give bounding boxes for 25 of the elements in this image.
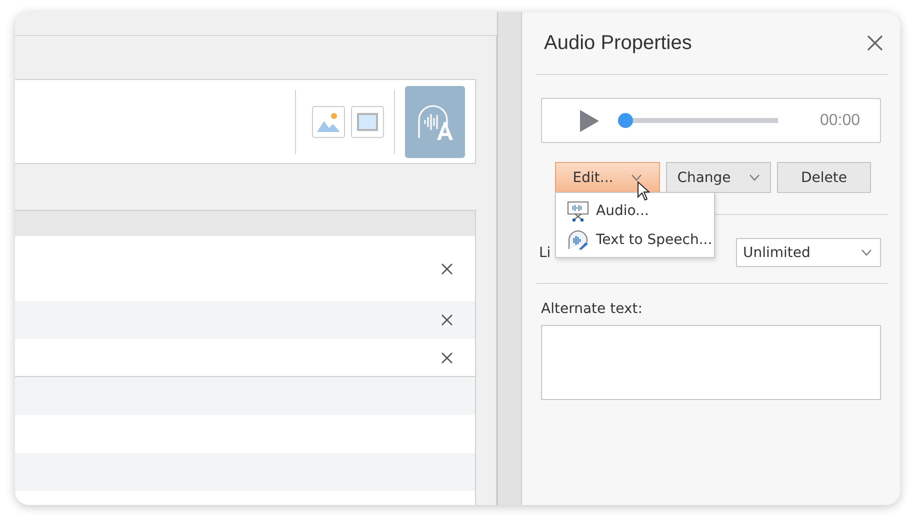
time-label: 00:00	[820, 112, 860, 130]
panel-title: Audio Properties	[544, 32, 692, 54]
menu-item[interactable]: Audio...	[556, 196, 714, 225]
close-icon[interactable]	[441, 262, 453, 274]
limit-label: Li	[539, 244, 551, 260]
speech-icon	[567, 228, 589, 250]
caret-icon	[631, 174, 642, 181]
caret-icon	[748, 174, 760, 181]
button[interactable]: Delete	[777, 162, 871, 193]
alternate-text-field[interactable]	[541, 325, 881, 400]
close-icon[interactable]	[441, 314, 453, 326]
close-icon[interactable]	[441, 352, 453, 364]
split-button[interactable]: Change	[666, 162, 771, 193]
close-button[interactable]	[866, 34, 884, 52]
audio-edit-icon	[567, 200, 589, 222]
seek-thumb[interactable]	[618, 113, 633, 128]
alternate-text-label: Alternate text:	[541, 301, 644, 317]
audio-text-button[interactable]	[405, 86, 465, 158]
image-icon[interactable]	[312, 106, 345, 138]
split-button[interactable]: Edit...	[555, 162, 660, 193]
limit-select[interactable]: Unlimited	[736, 238, 881, 267]
caret-icon	[861, 249, 872, 256]
menu-item[interactable]: Text to Speech...	[556, 225, 714, 254]
play-icon[interactable]	[580, 110, 599, 132]
film-icon[interactable]	[351, 106, 384, 138]
